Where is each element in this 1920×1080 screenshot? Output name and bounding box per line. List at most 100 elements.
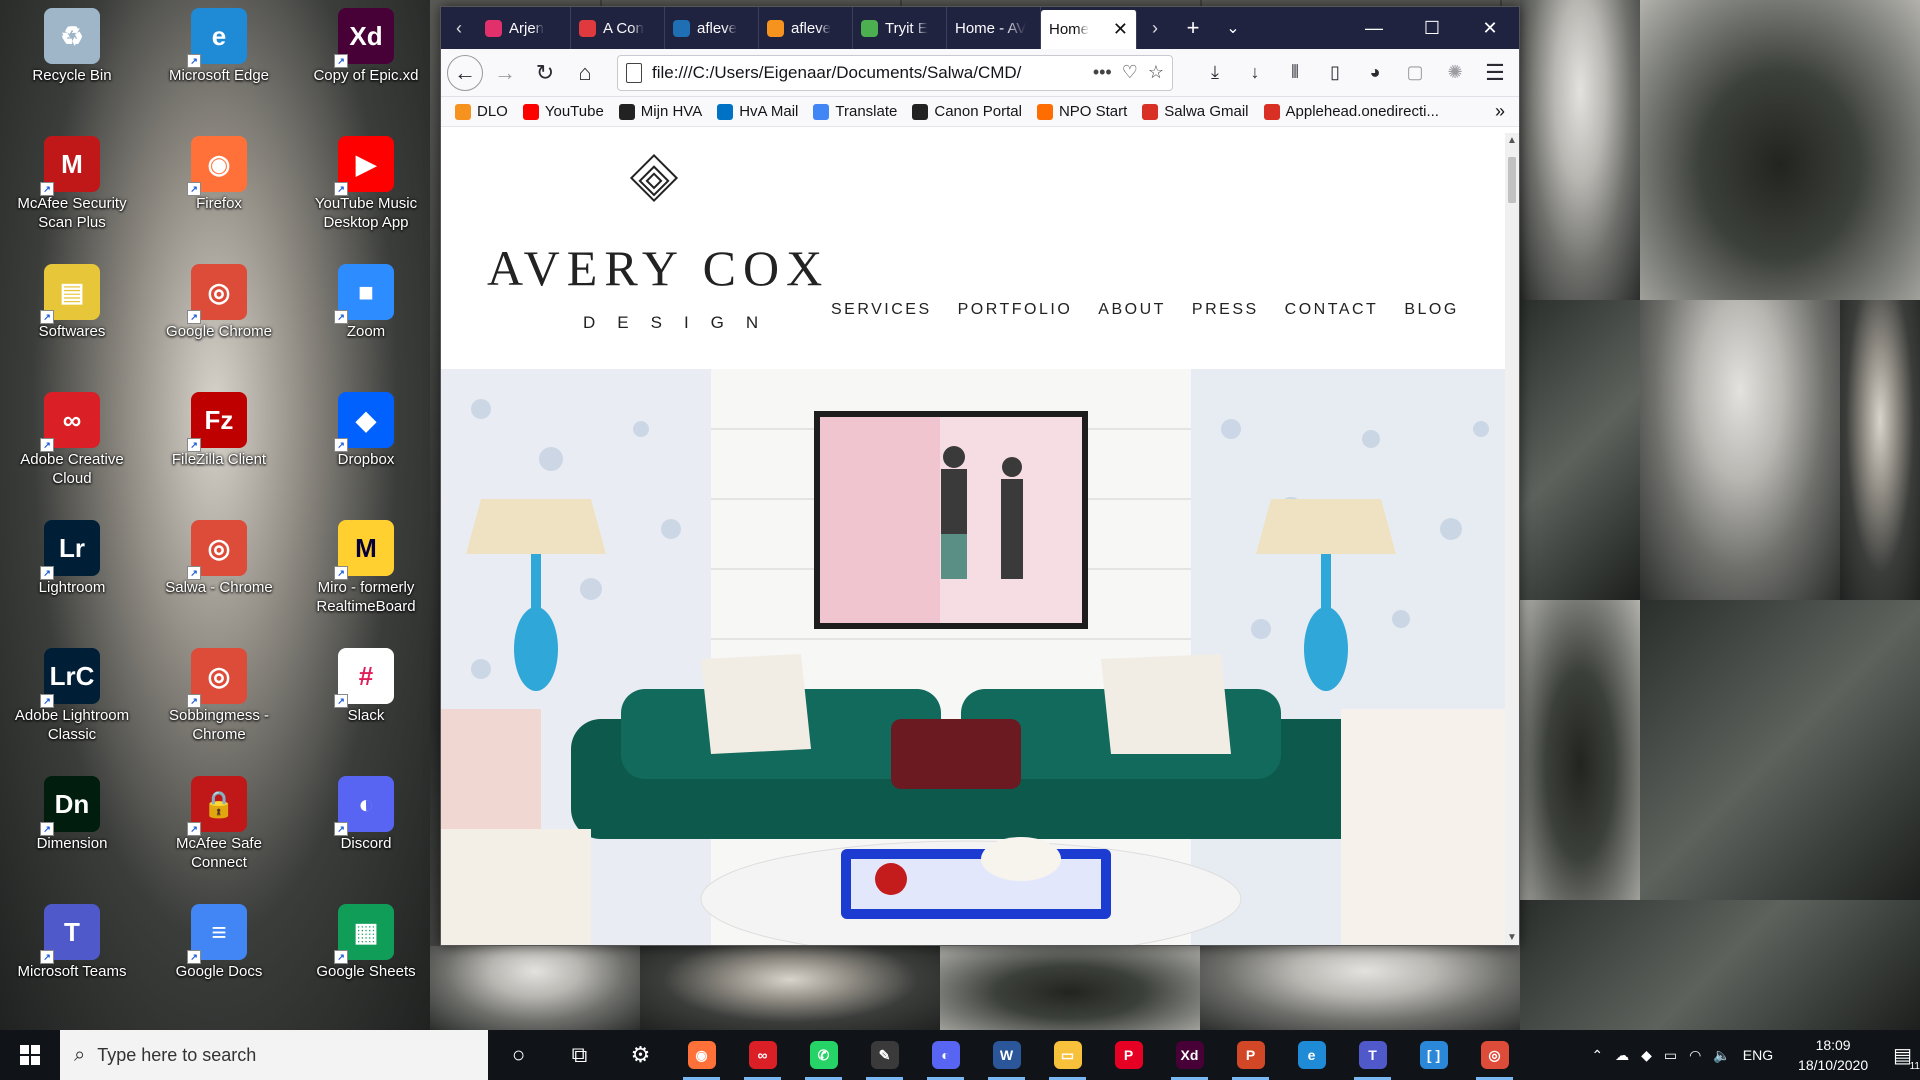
clock[interactable]: 18:09 18/10/2020 — [1785, 1035, 1881, 1075]
bookmark-item[interactable]: Salwa Gmail — [1142, 103, 1249, 120]
site-nav-services[interactable]: SERVICES — [831, 301, 932, 319]
site-nav-blog[interactable]: BLOG — [1404, 301, 1458, 319]
desktop-icon[interactable]: LrC ↗ Adobe Lightroom Classic — [12, 642, 132, 752]
desktop-icon[interactable]: T ↗ Microsoft Teams — [12, 898, 132, 1008]
new-tab-button[interactable]: + — [1173, 7, 1213, 49]
save-to-collection-icon[interactable]: ⤓ — [1197, 55, 1233, 91]
library-icon[interactable]: ⫴ — [1277, 55, 1313, 91]
browser-tab[interactable]: Home ✕ — [1041, 10, 1137, 49]
scroll-down-icon[interactable]: ▼ — [1505, 932, 1519, 943]
desktop-icon[interactable]: ◎ ↗ Salwa - Chrome — [159, 514, 279, 624]
pocket-icon[interactable]: ♡ — [1122, 62, 1138, 83]
desktop-icon[interactable]: e ↗ Microsoft Edge — [159, 2, 279, 112]
desktop-icon[interactable]: Lr ↗ Lightroom — [12, 514, 132, 624]
menu-icon[interactable]: ☰ — [1477, 55, 1513, 91]
desktop-icon[interactable]: # ↗ Slack — [306, 642, 426, 752]
browser-tab[interactable]: afleve — [759, 7, 853, 49]
taskbar-chrome[interactable]: ◎ — [1464, 1030, 1525, 1080]
extension-gear-icon[interactable]: ✺ — [1437, 55, 1473, 91]
close-window-button[interactable]: ✕ — [1461, 7, 1519, 49]
taskbar-cortana[interactable]: ○ — [488, 1030, 549, 1080]
taskbar-file-explorer[interactable]: ▭ — [1037, 1030, 1098, 1080]
desktop-icon[interactable]: ■ ↗ Zoom — [306, 258, 426, 368]
taskbar-word[interactable]: W — [976, 1030, 1037, 1080]
taskbar-search[interactable]: ⌕ Type here to search — [60, 1030, 488, 1080]
desktop-icon[interactable]: Dn ↗ Dimension — [12, 770, 132, 880]
dropbox-tray-icon[interactable]: ◆ — [1641, 1047, 1652, 1064]
taskbar-whatsapp[interactable]: ✆ — [793, 1030, 854, 1080]
desktop-icon[interactable]: M ↗ Miro - formerly RealtimeBoard — [306, 514, 426, 624]
taskbar-creative-cloud[interactable]: ∞ — [732, 1030, 793, 1080]
bookmark-item[interactable]: Applehead.onedirecti... — [1263, 103, 1439, 120]
taskbar-notepad[interactable]: ✎ — [854, 1030, 915, 1080]
site-brand[interactable]: AVERY COX — [487, 239, 829, 297]
desktop-icon[interactable]: ▤ ↗ Softwares — [12, 258, 132, 368]
account-icon[interactable]: ◕ — [1357, 55, 1393, 91]
search-placeholder[interactable]: Type here to search — [97, 1045, 256, 1066]
site-nav-portfolio[interactable]: PORTFOLIO — [958, 301, 1073, 319]
url-text[interactable]: file:///C:/Users/Eigenaar/Documents/Salw… — [652, 63, 1083, 83]
tab-scroll-right-icon[interactable]: › — [1137, 7, 1173, 49]
bookmark-item[interactable]: Translate — [813, 103, 897, 120]
maximize-button[interactable]: ☐ — [1403, 7, 1461, 49]
more-bookmarks-icon[interactable]: » — [1495, 101, 1505, 122]
desktop-icon[interactable]: Xd ↗ Copy of Epic.xd — [306, 2, 426, 112]
desktop-icon[interactable]: ◐ ↗ Discord — [306, 770, 426, 880]
back-button[interactable]: ← — [447, 54, 483, 91]
notification-center-icon[interactable]: ▤ 11 — [1893, 1043, 1920, 1072]
taskbar-pinterest[interactable]: P — [1098, 1030, 1159, 1080]
desktop-icon[interactable]: ≡ ↗ Google Docs — [159, 898, 279, 1008]
page-actions-icon[interactable]: ••• — [1093, 62, 1112, 83]
language-indicator[interactable]: ENG — [1743, 1047, 1773, 1063]
taskbar-firefox[interactable]: ◉ — [671, 1030, 732, 1080]
page-scrollbar[interactable]: ▲ ▼ — [1505, 133, 1519, 945]
taskbar-teams[interactable]: T — [1342, 1030, 1403, 1080]
bookmark-item[interactable]: Canon Portal — [912, 103, 1022, 120]
list-all-tabs-button[interactable]: ⌄ — [1213, 7, 1253, 49]
bookmark-item[interactable]: HvA Mail — [717, 103, 798, 120]
site-nav-press[interactable]: PRESS — [1192, 301, 1259, 319]
onedrive-icon[interactable]: ☁ — [1615, 1047, 1629, 1064]
taskbar-app-bracket[interactable]: [ ] — [1403, 1030, 1464, 1080]
desktop-icon[interactable]: 🔒 ↗ McAfee Safe Connect — [159, 770, 279, 880]
desktop-icon[interactable]: ∞ ↗ Adobe Creative Cloud — [12, 386, 132, 496]
taskbar-settings[interactable]: ⚙ — [610, 1030, 671, 1080]
browser-tab[interactable]: Home - AV — [947, 7, 1041, 49]
site-nav-about[interactable]: ABOUT — [1098, 301, 1166, 319]
sidebar-icon[interactable]: ▯ — [1317, 55, 1353, 91]
wifi-icon[interactable]: ◠ — [1689, 1047, 1701, 1064]
desktop-icon[interactable]: ♻ Recycle Bin — [12, 2, 132, 112]
extension-icon[interactable]: ▢ — [1397, 55, 1433, 91]
close-tab-icon[interactable]: ✕ — [1113, 19, 1128, 40]
desktop-icon[interactable]: ◎ ↗ Google Chrome — [159, 258, 279, 368]
home-button[interactable]: ⌂ — [567, 55, 603, 91]
browser-tab[interactable]: Arjen — [477, 7, 571, 49]
site-nav-contact[interactable]: CONTACT — [1285, 301, 1379, 319]
battery-icon[interactable]: ▭ — [1664, 1047, 1677, 1064]
taskbar-edge[interactable]: e — [1281, 1030, 1342, 1080]
taskbar-task-view[interactable]: ⧉ — [549, 1030, 610, 1080]
desktop-icon[interactable]: ▶ ↗ YouTube Music Desktop App — [306, 130, 426, 240]
browser-tab[interactable]: afleve — [665, 7, 759, 49]
reload-button[interactable]: ↻ — [527, 55, 563, 91]
taskbar-xd[interactable]: Xd — [1159, 1030, 1220, 1080]
show-hidden-icons-icon[interactable]: ⌃ — [1591, 1047, 1603, 1064]
url-bar[interactable]: file:///C:/Users/Eigenaar/Documents/Salw… — [617, 54, 1173, 91]
bookmark-item[interactable]: DLO — [455, 103, 508, 120]
start-button[interactable] — [0, 1030, 60, 1080]
bookmark-item[interactable]: NPO Start — [1036, 103, 1127, 120]
taskbar-discord[interactable]: ◐ — [915, 1030, 976, 1080]
downloads-icon[interactable]: ↓ — [1237, 55, 1273, 91]
minimize-button[interactable]: — — [1345, 7, 1403, 49]
scroll-up-icon[interactable]: ▲ — [1505, 135, 1519, 146]
desktop-icon[interactable]: ◉ ↗ Firefox — [159, 130, 279, 240]
bookmark-item[interactable]: YouTube — [522, 103, 604, 120]
tab-scroll-left-icon[interactable]: ‹ — [441, 7, 477, 49]
browser-tab[interactable]: A Con — [571, 7, 665, 49]
desktop-icon[interactable]: ◆ ↗ Dropbox — [306, 386, 426, 496]
taskbar-powerpoint[interactable]: P — [1220, 1030, 1281, 1080]
browser-tab[interactable]: Tryit E — [853, 7, 947, 49]
scrollbar-thumb[interactable] — [1508, 157, 1516, 203]
desktop-icon[interactable]: ▦ ↗ Google Sheets — [306, 898, 426, 1008]
desktop-icon[interactable]: Fz ↗ FileZilla Client — [159, 386, 279, 496]
